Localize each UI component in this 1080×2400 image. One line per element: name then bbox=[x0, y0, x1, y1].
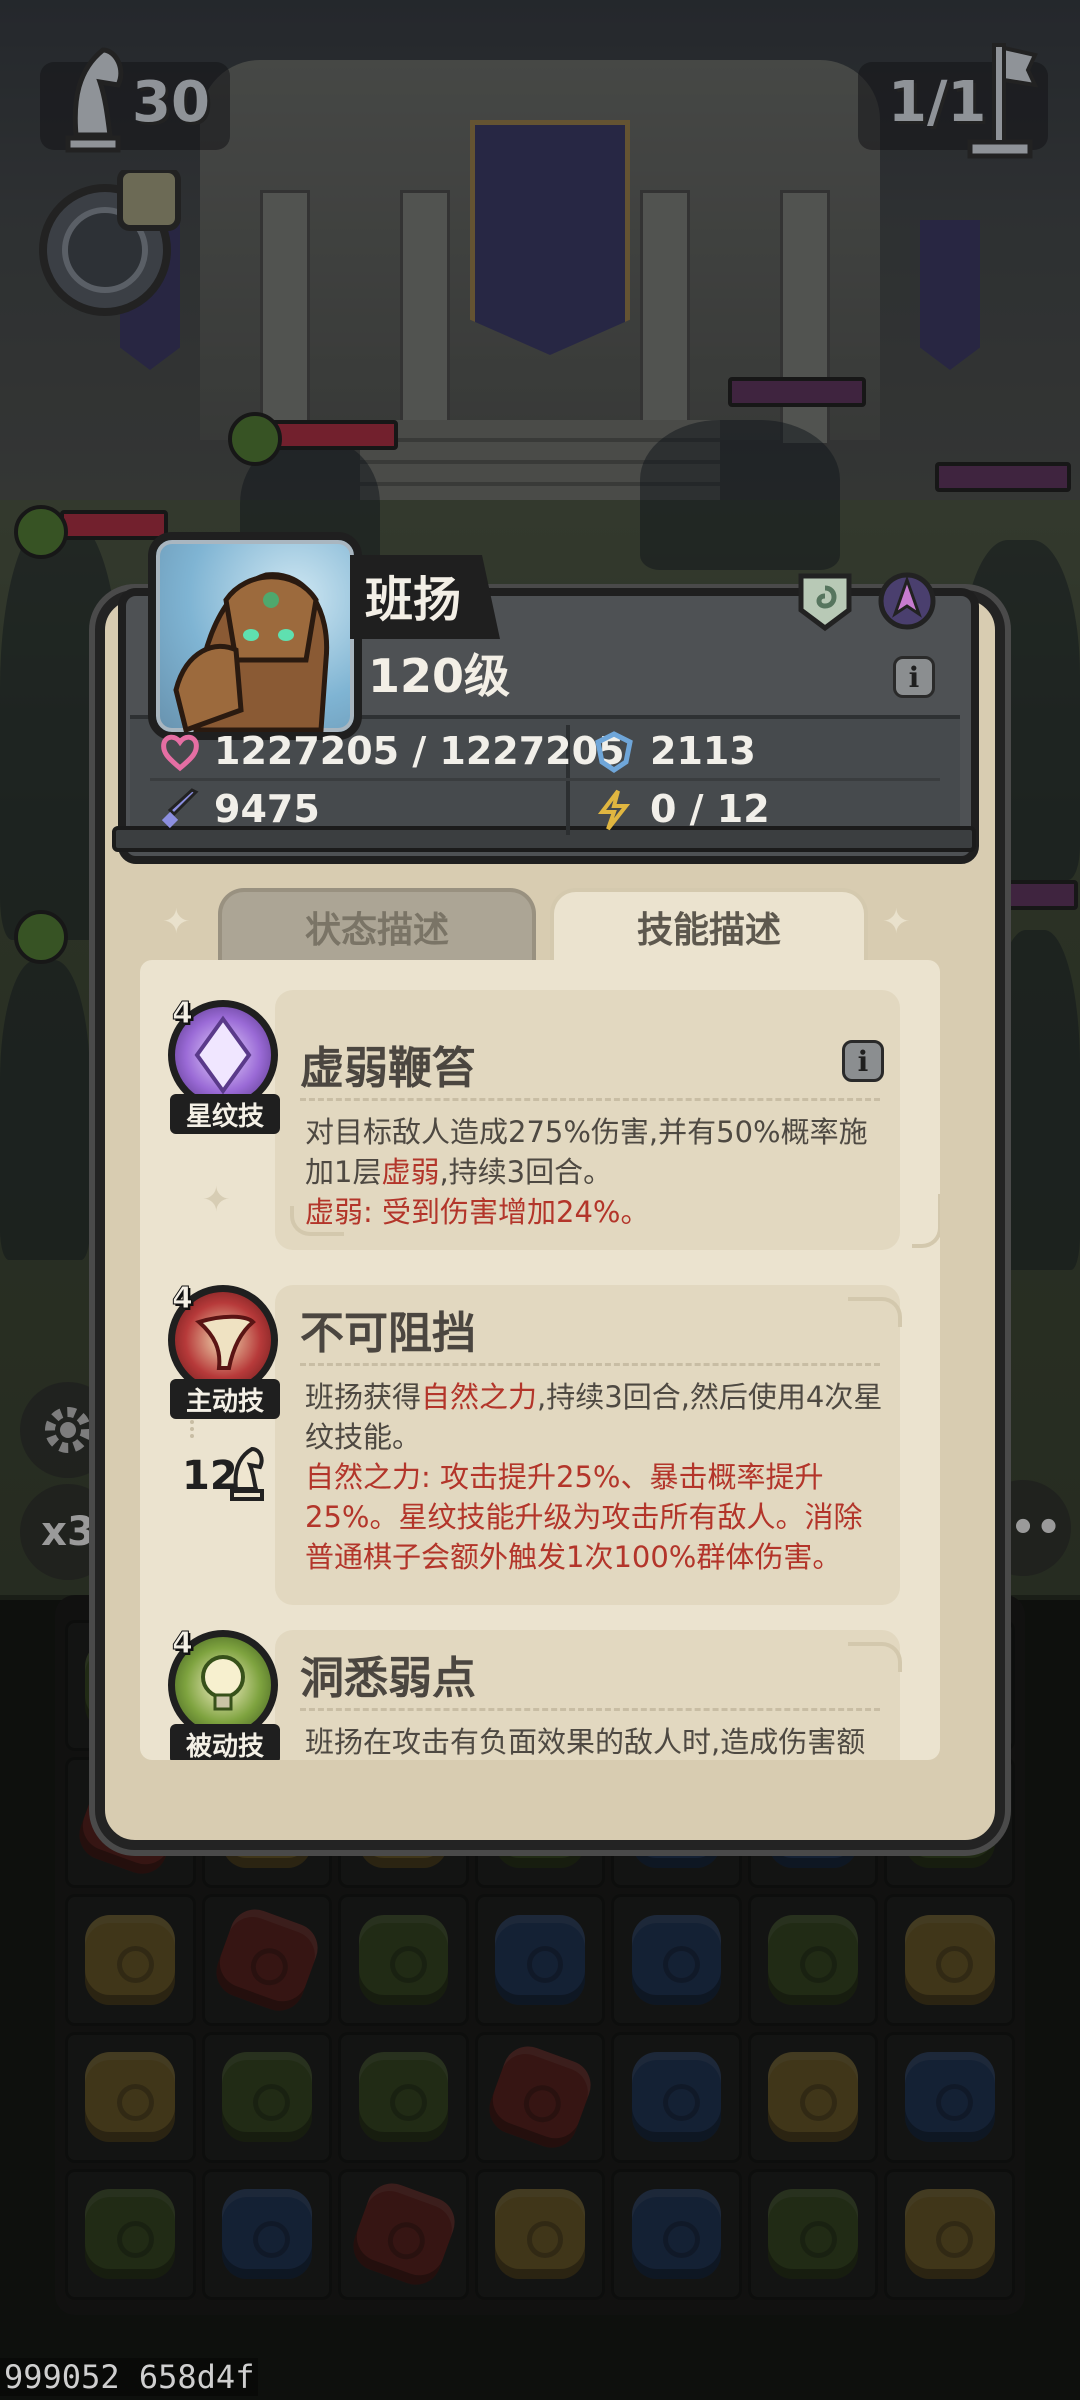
desc-keyword: 虚弱 bbox=[381, 1155, 440, 1189]
class-emblem-icon bbox=[878, 572, 936, 630]
card-ornament bbox=[912, 1194, 940, 1248]
knight-chess-icon bbox=[65, 47, 124, 153]
skill-info-button[interactable]: i bbox=[842, 1040, 884, 1082]
card-ornament bbox=[848, 1297, 902, 1327]
defense-value: 2113 bbox=[650, 729, 756, 773]
hero-level: 120级 bbox=[368, 649, 511, 703]
energy-value: 0 / 12 bbox=[650, 787, 770, 831]
hero-info-button[interactable]: i bbox=[893, 656, 935, 698]
lightning-icon bbox=[597, 789, 631, 831]
skill-description: 班扬在攻击有负面效果的敌人时,造成伤害额 bbox=[305, 1725, 866, 1759]
tab-skills-label: 技能描述 bbox=[636, 910, 781, 951]
skill-description: 对目标敌人造成275%伤害,并有50%概率施加1层虚弱,持续3回合。 虚弱: 受… bbox=[305, 1112, 885, 1232]
skill-note: 虚弱: 受到伤害增加24%。 bbox=[305, 1195, 650, 1229]
skill-level: 4 bbox=[172, 996, 194, 1032]
knight-cost-icon bbox=[230, 1446, 264, 1501]
card-ornament bbox=[848, 1642, 902, 1672]
attack-value: 9475 bbox=[214, 787, 320, 831]
skills-panel[interactable]: 4 星纹技 虚弱鞭笞 i 对目标敌人造成275%伤害,并有50%概率施加1层虚弱… bbox=[140, 960, 940, 1760]
sparkle-icon: ✦ bbox=[202, 1180, 231, 1220]
skill-entry: 4 被动技 洞悉弱点 班扬在攻击有负面效果的敌人时,造成伤害额 bbox=[140, 1626, 940, 1760]
speed-label: x3 bbox=[41, 1509, 95, 1555]
tab-status[interactable]: 状态描述 bbox=[218, 888, 536, 962]
tab-status-label: 状态描述 bbox=[304, 910, 449, 951]
turn-order-icon[interactable] bbox=[30, 170, 190, 320]
desc-text: 班扬获得 bbox=[305, 1380, 422, 1414]
skill-level: 4 bbox=[172, 1281, 194, 1317]
skill-type-badge: 星纹技 bbox=[170, 1094, 280, 1134]
detail-tabs: ✦ 状态描述 技能描述 ✦ bbox=[140, 880, 940, 962]
sparkle-icon: ✦ bbox=[882, 902, 911, 942]
sword-icon bbox=[161, 788, 199, 829]
skill-title: 虚弱鞭笞 bbox=[300, 1043, 476, 1094]
cost-connector bbox=[190, 1420, 194, 1438]
hero-name: 班扬 bbox=[365, 572, 462, 628]
skill-description: 班扬获得自然之力,持续3回合,然后使用4次星纹技能。 自然之力: 攻击提升25%… bbox=[305, 1377, 885, 1577]
skill-title: 不可阻挡 bbox=[300, 1308, 476, 1359]
hp-value: 1227205 / 1227205 bbox=[214, 729, 625, 773]
gear-icon bbox=[45, 1407, 91, 1453]
skill-divider bbox=[300, 1098, 880, 1101]
skill-entry: 4 主动技 12 不可阻挡 班扬获得自然之力,持续3回合,然后使用4次星纹技能。… bbox=[140, 1281, 940, 1605]
skill-level: 4 bbox=[172, 1626, 194, 1662]
flag-icon bbox=[967, 43, 1039, 159]
skill-title: 洞悉弱点 bbox=[300, 1653, 476, 1704]
hero-avatar bbox=[173, 572, 330, 732]
sparkle-icon: ✦ bbox=[162, 902, 191, 942]
shield-icon bbox=[595, 731, 633, 774]
skill-note: 自然之力: 攻击提升25%、暴击概率提升25%。星纹技能升级为攻击所有敌人。消除… bbox=[305, 1460, 863, 1574]
moves-remaining: 30 bbox=[132, 70, 210, 135]
skill-divider bbox=[300, 1708, 880, 1711]
skill-divider bbox=[300, 1363, 880, 1366]
skill-type-badge: 主动技 bbox=[170, 1379, 280, 1419]
nature-element-icon bbox=[798, 573, 852, 632]
desc-text: ,持续3回合。 bbox=[439, 1155, 613, 1189]
tab-skills[interactable]: 技能描述 bbox=[550, 888, 868, 962]
debug-build-id: 999052 658d4f bbox=[0, 2358, 259, 2396]
heart-icon bbox=[161, 734, 199, 772]
desc-keyword: 自然之力 bbox=[421, 1380, 538, 1414]
skill-type-badge: 被动技 bbox=[170, 1724, 280, 1760]
stats-divider bbox=[150, 778, 940, 781]
skill-entry: 4 星纹技 虚弱鞭笞 i 对目标敌人造成275%伤害,并有50%概率施加1层虚弱… bbox=[140, 990, 940, 1250]
hero-portrait bbox=[148, 532, 362, 740]
